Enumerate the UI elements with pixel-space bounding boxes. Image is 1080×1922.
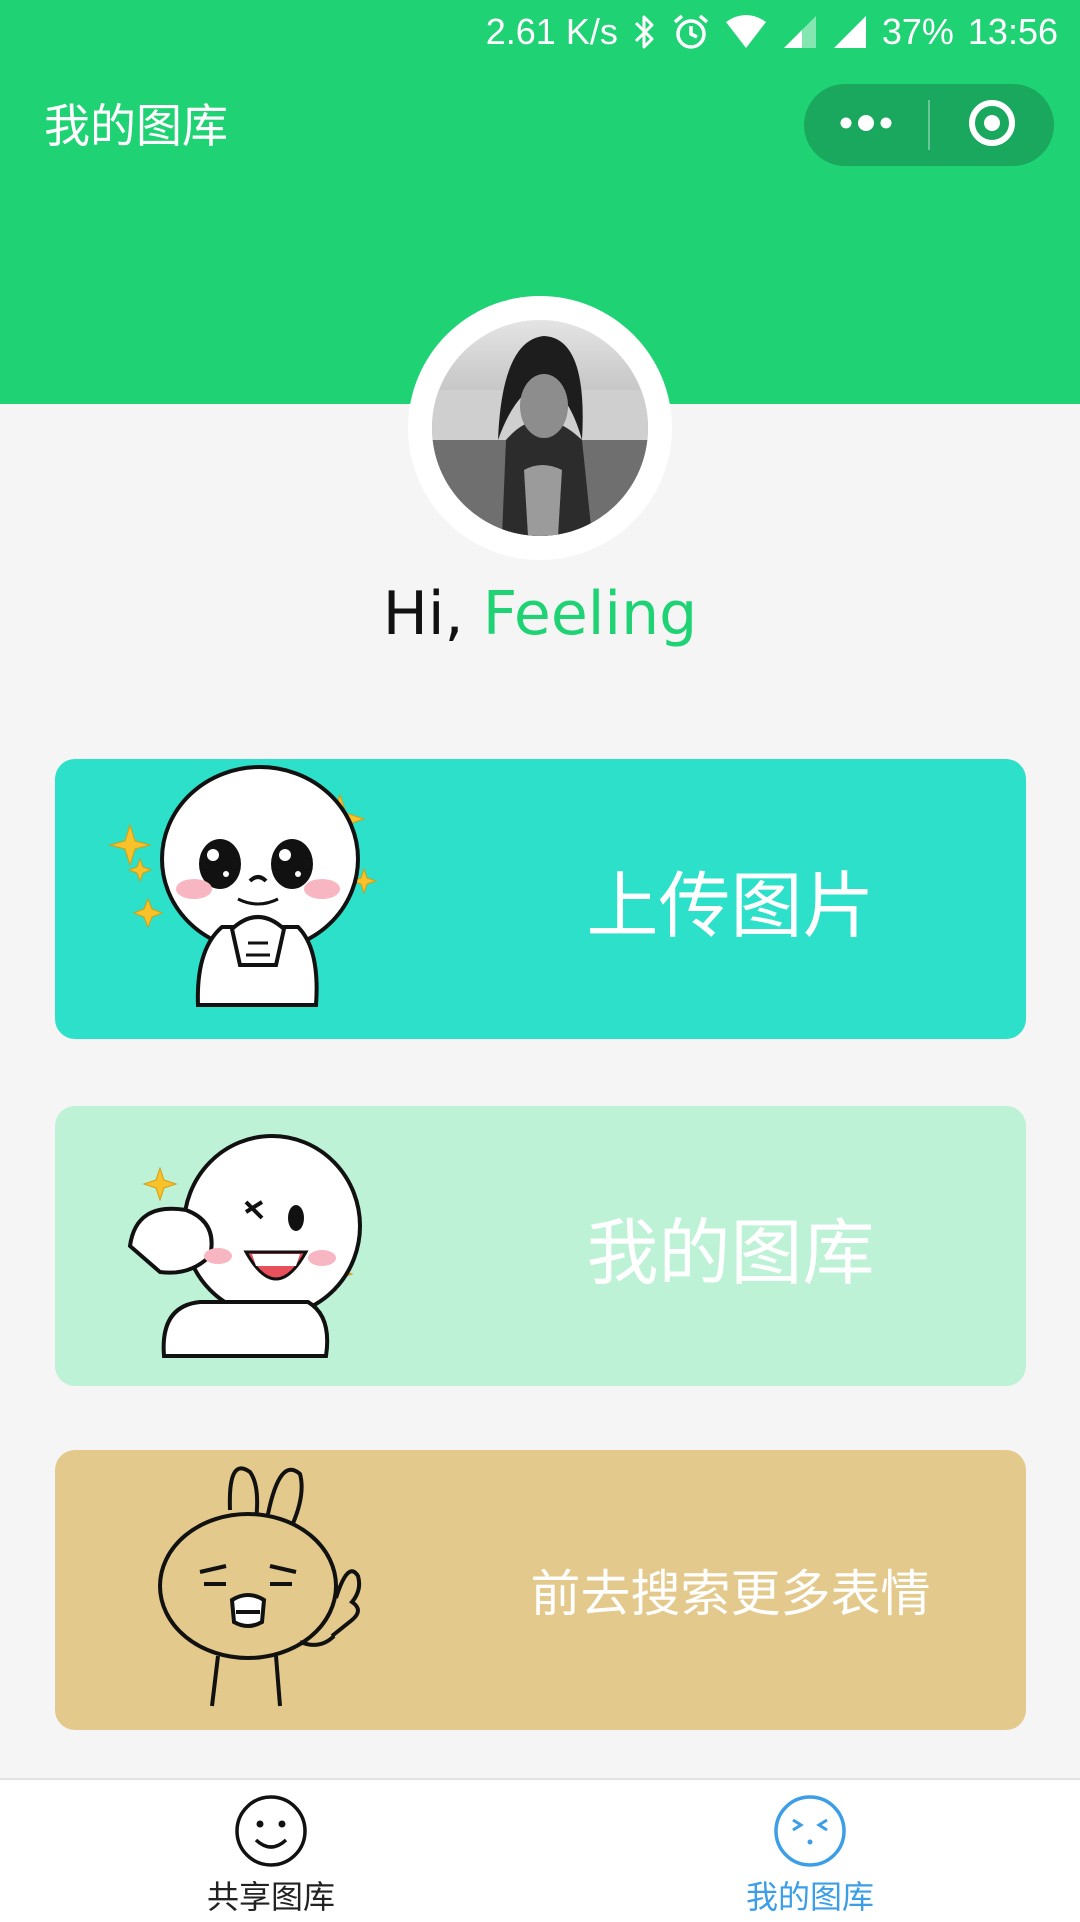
tab-my-library-label: 我的图库 — [745, 1878, 874, 1916]
search-more-card-label: 前去搜索更多表情 — [530, 1565, 931, 1623]
upload-card[interactable]: 上传图片 — [55, 759, 1026, 1039]
more-button[interactable] — [804, 84, 928, 166]
signal-icon — [782, 14, 818, 50]
status-bar: 2.61 K/s 37% 13:56 — [486, 0, 1058, 64]
tab-shared-library-label: 共享图库 — [206, 1878, 335, 1916]
search-more-card[interactable]: 前去搜索更多表情 — [55, 1450, 1026, 1730]
user-name: Feeling — [482, 579, 698, 649]
tab-shared-library[interactable]: 共享图库 — [141, 1794, 401, 1916]
my-library-card-label: 我的图库 — [586, 1210, 875, 1295]
greeting: Hi, Feeling — [0, 574, 1080, 654]
rabbit-shout-sticker — [100, 1450, 430, 1730]
wifi-icon — [724, 14, 768, 50]
more-dots-icon — [838, 113, 894, 137]
mini-program-capsule — [804, 84, 1054, 166]
tab-bar: 共享图库 我的图库 — [0, 1778, 1080, 1922]
network-speed: 2.61 K/s — [485, 11, 618, 52]
upload-card-label: 上传图片 — [586, 863, 875, 948]
target-icon — [967, 98, 1017, 152]
my-library-card[interactable]: 我的图库 — [55, 1106, 1026, 1386]
moon-wink-sticker — [100, 1106, 430, 1386]
signal-icon — [832, 14, 868, 50]
clock: 13:56 — [967, 11, 1058, 52]
greeting-prefix: Hi, — [382, 579, 483, 649]
moon-pleading-sticker — [100, 759, 430, 1039]
smiley-icon — [234, 1794, 308, 1872]
bluetooth-icon — [632, 13, 658, 51]
wink-face-icon — [773, 1794, 847, 1872]
page-title: 我的图库 — [44, 99, 228, 153]
close-button[interactable] — [930, 84, 1054, 166]
battery-percent: 37% — [881, 11, 954, 52]
avatar[interactable] — [432, 320, 648, 536]
tab-my-library[interactable]: 我的图库 — [680, 1794, 940, 1916]
alarm-icon — [672, 13, 710, 51]
